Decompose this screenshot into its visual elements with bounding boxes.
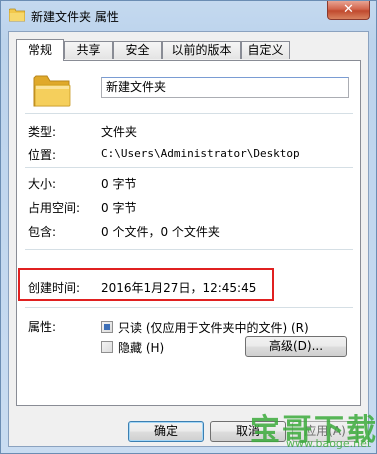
general-panel: 新建文件夹 类型: 文件夹 位置: C:\Users\Administrator… <box>16 60 361 406</box>
advanced-button[interactable]: 高级(D)... <box>245 336 347 357</box>
hidden-checkbox[interactable] <box>101 341 113 353</box>
dialog-client: 常规 共享 安全 以前的版本 自定义 新建文件夹 类型: 文件夹 位置: C:\… <box>8 31 369 447</box>
folder-icon <box>9 8 25 22</box>
size-on-disk-value: 0 字节 <box>101 201 137 215</box>
properties-window: 新建文件夹 属性 ✕ 常规 共享 安全 以前的版本 自定义 新建文件夹 类型: … <box>0 0 377 454</box>
divider <box>25 249 353 250</box>
size-on-disk-label: 占用空间: <box>28 201 81 215</box>
divider <box>25 307 353 308</box>
watermark-logo: 宝哥下载 www.baoge.net <box>250 405 376 450</box>
tab-general[interactable]: 常规 <box>16 39 64 61</box>
divider <box>25 167 353 168</box>
folder-name-input[interactable]: 新建文件夹 <box>101 77 349 98</box>
tab-previous-versions[interactable]: 以前的版本 <box>162 41 241 59</box>
window-title: 新建文件夹 属性 <box>31 10 119 24</box>
readonly-checkbox[interactable] <box>101 321 113 333</box>
created-label: 创建时间: <box>28 281 81 295</box>
size-label: 大小: <box>28 177 57 191</box>
location-value: C:\Users\Administrator\Desktop <box>101 147 300 160</box>
folder-icon <box>33 75 71 107</box>
watermark-url: www.baoge.net <box>286 437 372 450</box>
contains-value: 0 个文件，0 个文件夹 <box>101 225 220 239</box>
type-label: 类型: <box>28 125 57 139</box>
size-value: 0 字节 <box>101 177 137 191</box>
title-bar[interactable]: 新建文件夹 属性 ✕ <box>1 1 376 31</box>
type-value: 文件夹 <box>101 125 138 139</box>
tab-customize[interactable]: 自定义 <box>241 41 290 59</box>
location-label: 位置: <box>28 148 57 162</box>
tab-security[interactable]: 安全 <box>113 41 162 59</box>
ok-button[interactable]: 确定 <box>128 421 204 442</box>
close-button[interactable]: ✕ <box>327 1 370 20</box>
close-icon: ✕ <box>343 2 354 17</box>
readonly-label[interactable]: 只读 (仅应用于文件夹中的文件) (R) <box>118 319 309 336</box>
attributes-label: 属性: <box>28 320 57 334</box>
divider <box>25 113 353 114</box>
contains-label: 包含: <box>28 225 57 239</box>
created-value: 2016年1月27日，12:45:45 <box>101 281 257 295</box>
hidden-label[interactable]: 隐藏 (H) <box>118 339 164 356</box>
tab-sharing[interactable]: 共享 <box>64 41 113 59</box>
